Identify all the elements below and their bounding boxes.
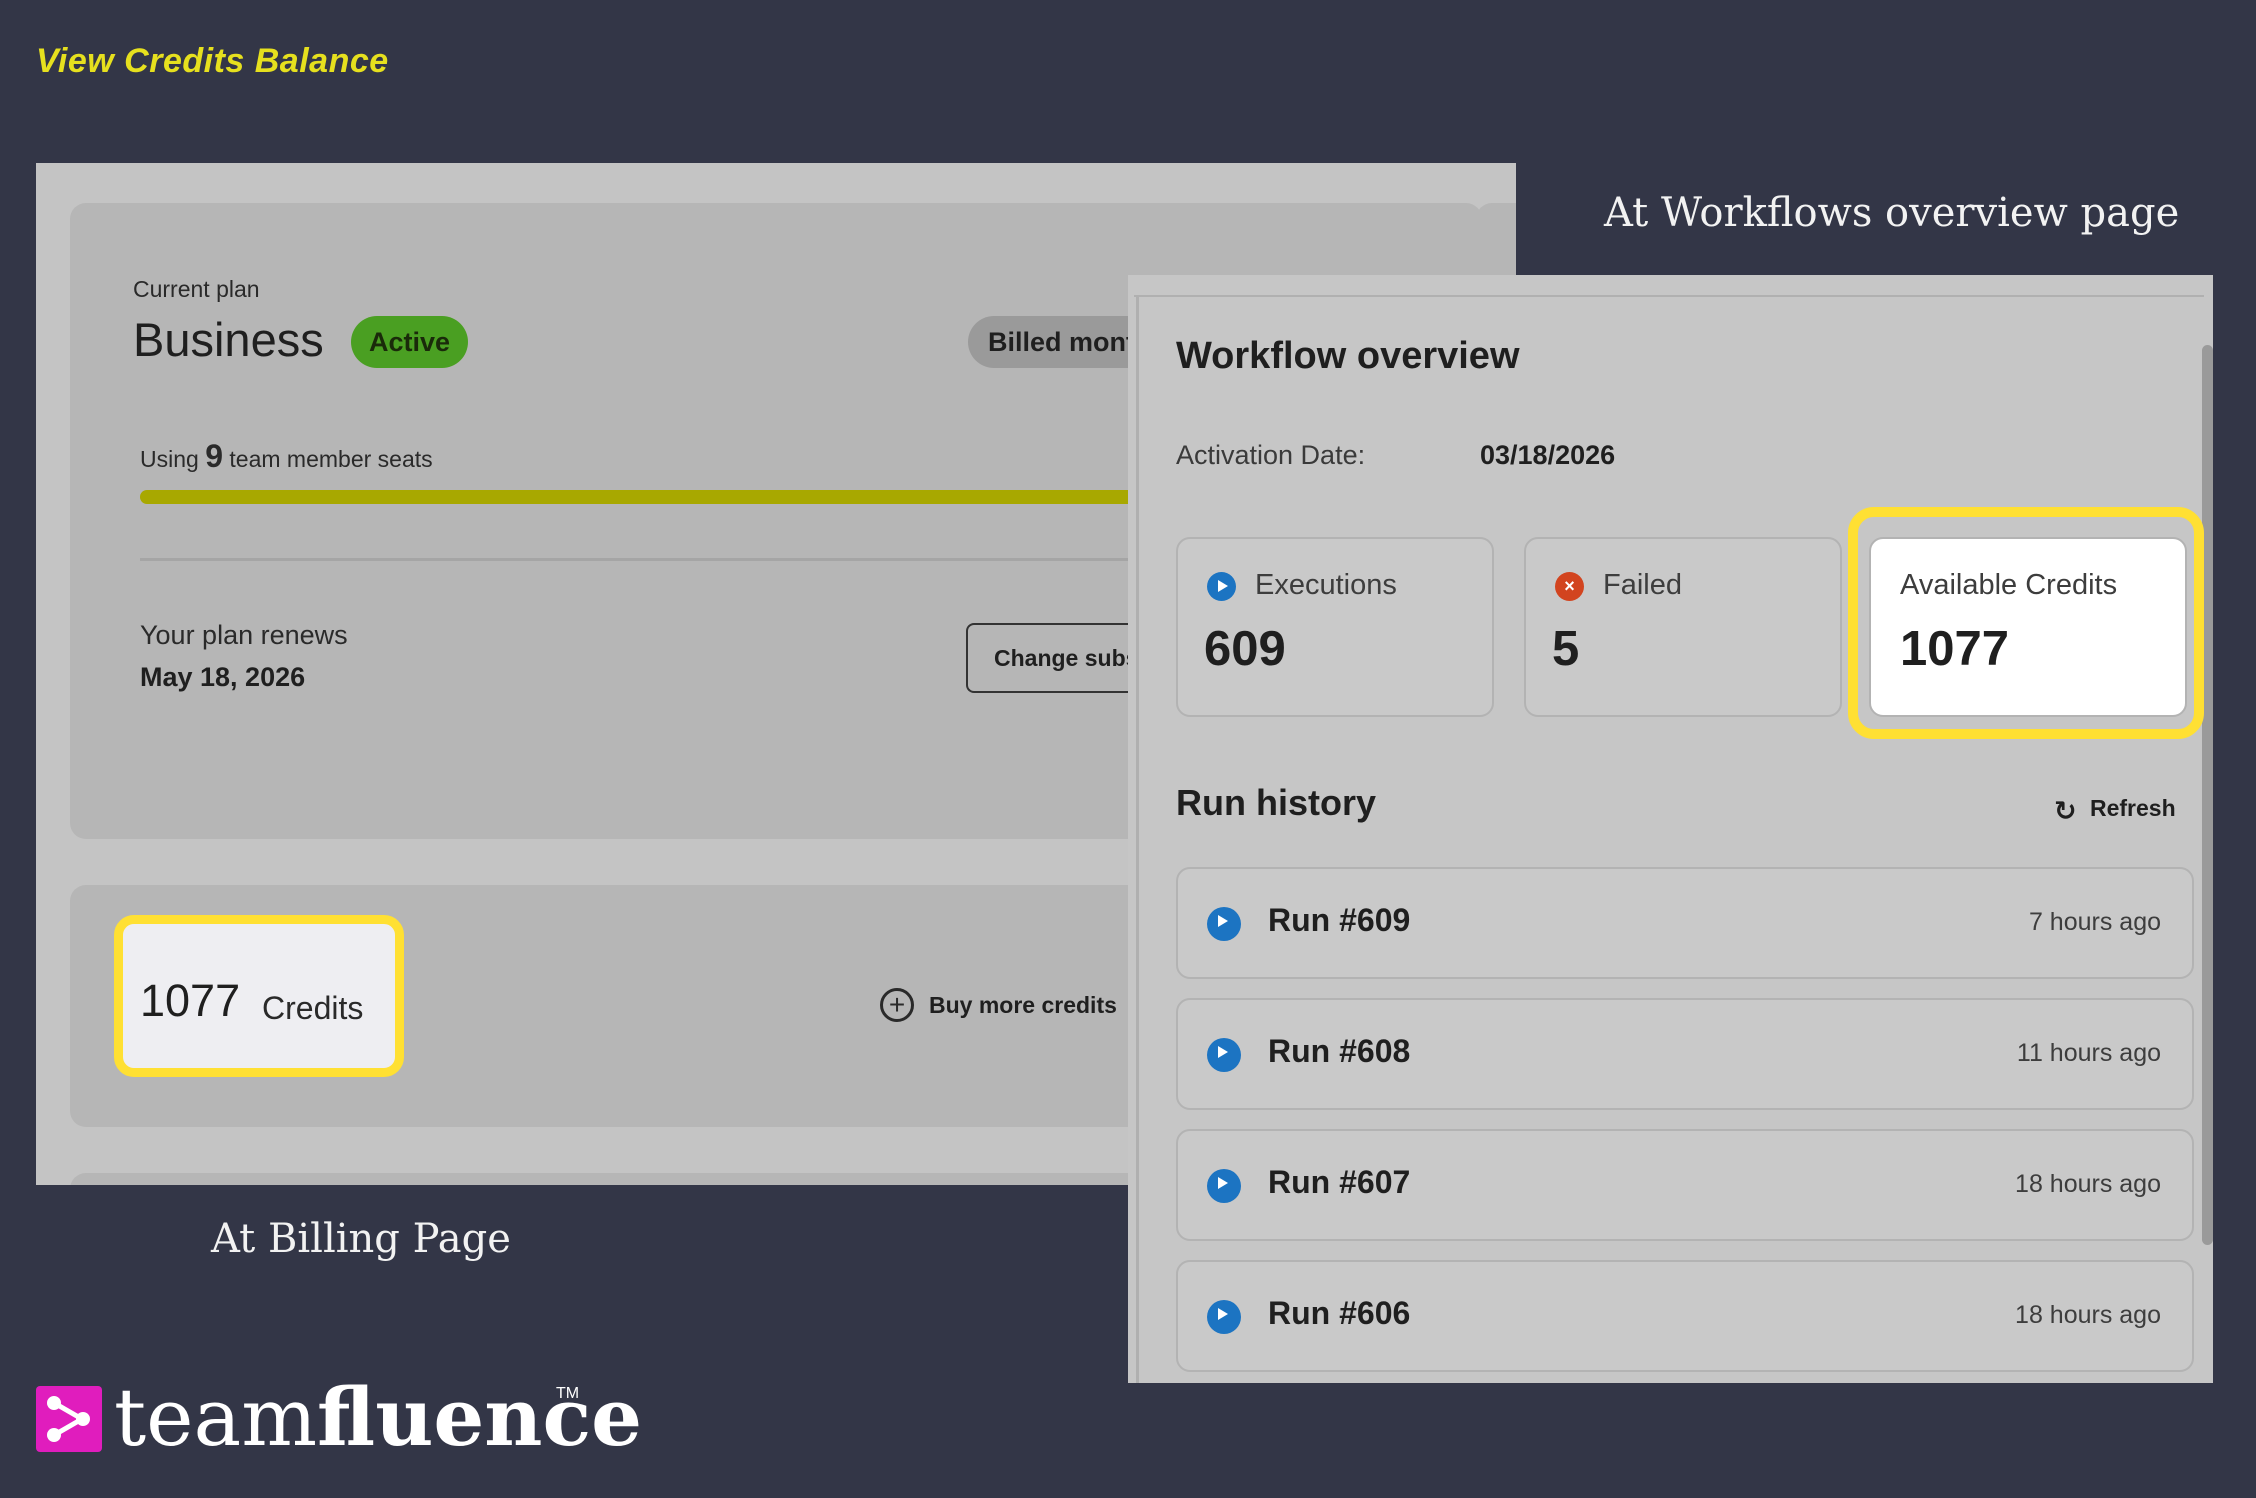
- credits-amount: 1077: [140, 975, 241, 1026]
- available-credits-value: 1077: [1900, 622, 2010, 676]
- workflow-caption: At Workflows overview page: [1604, 190, 2180, 236]
- plan-divider: [140, 558, 1130, 561]
- play-icon: [1207, 572, 1236, 601]
- failed-icon: ×: [1555, 572, 1584, 601]
- seats-count: 9: [205, 438, 223, 474]
- active-status-badge: Active: [351, 316, 469, 368]
- run-time: 18 hours ago: [2015, 1170, 2161, 1198]
- renew-label: Your plan renews: [140, 620, 348, 650]
- executions-value: 609: [1204, 622, 1286, 676]
- seats-usage: Using 9 team member seats: [140, 438, 433, 475]
- panel-left-border: [1136, 295, 1139, 1383]
- activation-date: 03/18/2026: [1480, 440, 1616, 470]
- panel-top-border: [1134, 295, 2204, 297]
- failed-value: 5: [1552, 622, 1580, 676]
- run-name: Run #607: [1268, 1164, 1411, 1200]
- executions-label: Executions: [1255, 569, 1397, 601]
- buy-more-credits-button[interactable]: Buy more credits: [929, 992, 1117, 1019]
- run-history-title: Run history: [1176, 782, 1377, 823]
- activation-label: Activation Date:: [1176, 440, 1366, 470]
- plan-name: Business: [133, 313, 324, 366]
- run-time: 7 hours ago: [2028, 908, 2161, 936]
- workflow-title: Workflow overview: [1176, 335, 1520, 377]
- seats-suffix: team member seats: [229, 446, 433, 472]
- play-icon: [1207, 1038, 1241, 1072]
- logo-bold: fluence: [317, 1370, 643, 1464]
- plan-label: Current plan: [133, 276, 260, 302]
- run-name: Run #608: [1268, 1033, 1411, 1069]
- run-name: Run #609: [1268, 902, 1411, 938]
- run-time: 11 hours ago: [2016, 1039, 2161, 1067]
- page-heading: View Credits Balance: [36, 42, 389, 80]
- refresh-icon[interactable]: ↻: [2054, 796, 2077, 827]
- seats-prefix: Using: [140, 446, 199, 472]
- refresh-button[interactable]: Refresh: [2090, 795, 2176, 822]
- credits-unit: Credits: [262, 990, 364, 1026]
- play-icon: [1207, 1300, 1241, 1334]
- available-credits-label: Available Credits: [1900, 569, 2118, 601]
- logo-trademark: TM: [556, 1385, 580, 1402]
- failed-label: Failed: [1603, 569, 1682, 601]
- plus-circle-icon[interactable]: +: [880, 988, 914, 1022]
- renew-date: May 18, 2026: [140, 662, 306, 692]
- play-icon: [1207, 1169, 1241, 1203]
- billing-cycle-badge: Billed mont: [968, 316, 1155, 368]
- scrollbar[interactable]: [2202, 345, 2213, 1245]
- seats-progress-bar: [140, 490, 1130, 504]
- billing-caption: At Billing Page: [211, 1216, 511, 1262]
- run-time: 18 hours ago: [2015, 1301, 2161, 1329]
- logo-icon: [36, 1386, 102, 1452]
- logo-light: team: [114, 1371, 318, 1464]
- play-icon: [1207, 907, 1241, 941]
- run-name: Run #606: [1268, 1295, 1411, 1331]
- workflow-panel: Workflow overview Activation Date: 03/18…: [1128, 275, 2213, 1383]
